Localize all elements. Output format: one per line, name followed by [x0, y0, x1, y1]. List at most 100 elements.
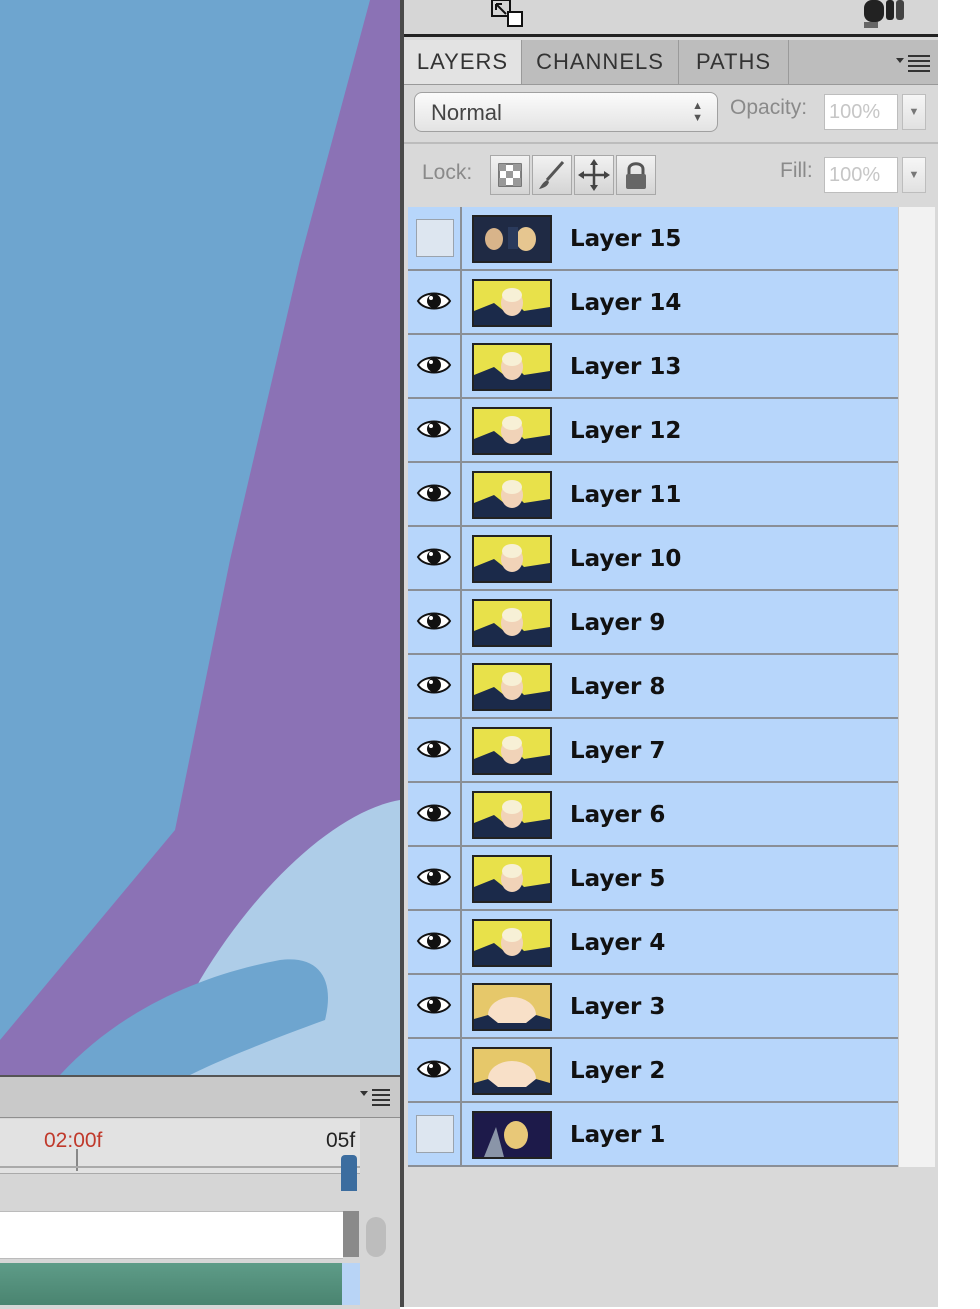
layer-thumbnail[interactable]	[472, 663, 552, 711]
visibility-toggle[interactable]	[408, 783, 462, 845]
visibility-toggle[interactable]	[408, 847, 462, 909]
layer-row[interactable]: Layer 5	[408, 847, 898, 911]
layer-thumbnail[interactable]	[472, 343, 552, 391]
layer-thumbnail[interactable]	[472, 1047, 552, 1095]
layer-row[interactable]: Layer 7	[408, 719, 898, 783]
layer-thumbnail[interactable]	[472, 279, 552, 327]
timeline-scrollbar[interactable]	[366, 1217, 386, 1257]
lock-image-button[interactable]	[532, 155, 572, 195]
layer-row[interactable]: Layer 12	[408, 399, 898, 463]
opacity-input[interactable]: 100%	[824, 94, 898, 130]
visibility-toggle[interactable]	[408, 271, 462, 333]
visibility-toggle[interactable]	[408, 719, 462, 781]
layer-thumbnail[interactable]	[472, 919, 552, 967]
layer-name[interactable]: Layer 6	[570, 802, 665, 828]
visibility-off-box	[416, 1115, 454, 1153]
eye-icon	[416, 996, 452, 1014]
timeline-track-end	[343, 1211, 359, 1257]
layer-thumbnail[interactable]	[472, 983, 552, 1031]
layer-name[interactable]: Layer 2	[570, 1058, 665, 1084]
visibility-toggle[interactable]	[408, 1103, 462, 1165]
layer-name[interactable]: Layer 7	[570, 738, 665, 764]
visibility-toggle[interactable]	[408, 591, 462, 653]
layer-thumbnail[interactable]	[472, 855, 552, 903]
layer-name[interactable]: Layer 8	[570, 674, 665, 700]
fill-label: Fill:	[780, 159, 813, 182]
layer-name[interactable]: Layer 3	[570, 994, 665, 1020]
layer-duration-bar[interactable]	[0, 1263, 342, 1305]
time-marker-label: 02:00f	[44, 1129, 103, 1152]
panel-menu-icon[interactable]	[360, 1087, 392, 1107]
layer-thumbnail[interactable]	[472, 727, 552, 775]
layer-name[interactable]: Layer 4	[570, 930, 665, 956]
layer-name[interactable]: Layer 12	[570, 418, 681, 444]
layer-row[interactable]: Layer 2	[408, 1039, 898, 1103]
layer-thumbnail[interactable]	[472, 599, 552, 647]
layer-row[interactable]: Layer 14	[408, 271, 898, 335]
layer-row[interactable]: Layer 6	[408, 783, 898, 847]
layer-row[interactable]: Layer 4	[408, 911, 898, 975]
transparency-lock-icon	[498, 163, 522, 187]
timeline-ruler[interactable]: 02:00f 05f	[0, 1119, 360, 1191]
divider	[404, 142, 938, 144]
layer-row[interactable]: Layer 3	[408, 975, 898, 1039]
visibility-toggle[interactable]	[408, 399, 462, 461]
resize-tool-icon[interactable]	[486, 0, 526, 30]
layer-name[interactable]: Layer 14	[570, 290, 681, 316]
panel-menu-icon[interactable]	[896, 52, 932, 74]
layer-name[interactable]: Layer 13	[570, 354, 681, 380]
tab-channels[interactable]: CHANNELS	[522, 40, 679, 84]
layer-name[interactable]: Layer 5	[570, 866, 665, 892]
tab-paths[interactable]: PATHS	[679, 40, 789, 84]
layer-name[interactable]: Layer 10	[570, 546, 681, 572]
layer-thumbnail[interactable]	[472, 215, 552, 263]
eye-icon	[416, 356, 452, 374]
timeline-header	[0, 1077, 400, 1118]
layer-row[interactable]: Layer 1	[408, 1103, 898, 1167]
lock-position-button[interactable]	[574, 155, 614, 195]
layer-thumbnail[interactable]	[472, 471, 552, 519]
layer-thumbnail[interactable]	[472, 791, 552, 839]
opacity-dropdown-button[interactable]: ▼	[902, 94, 926, 130]
layer-row[interactable]: Layer 9	[408, 591, 898, 655]
layer-thumbnail[interactable]	[472, 535, 552, 583]
layer-row[interactable]: Layer 11	[408, 463, 898, 527]
window-edge	[938, 0, 980, 1307]
visibility-toggle[interactable]	[408, 207, 462, 269]
visibility-toggle[interactable]	[408, 527, 462, 589]
visibility-toggle[interactable]	[408, 975, 462, 1037]
animation-timeline: 02:00f 05f	[0, 1075, 400, 1309]
layers-scrollbar[interactable]	[898, 207, 935, 1167]
layer-row[interactable]: Layer 10	[408, 527, 898, 591]
opacity-label: Opacity:	[730, 96, 808, 119]
visibility-toggle[interactable]	[408, 1039, 462, 1101]
tool-presets-icon[interactable]	[860, 0, 912, 30]
visibility-toggle[interactable]	[408, 463, 462, 525]
layer-name[interactable]: Layer 11	[570, 482, 681, 508]
layer-row[interactable]: Layer 13	[408, 335, 898, 399]
layer-name[interactable]: Layer 1	[570, 1122, 665, 1148]
ruler-baseline	[0, 1166, 360, 1168]
select-arrows-icon: ▲ ▼	[692, 100, 703, 124]
layer-name[interactable]: Layer 15	[570, 226, 681, 252]
fill-dropdown-button[interactable]: ▼	[902, 157, 926, 193]
blend-mode-select[interactable]: Normal ▲ ▼	[414, 92, 718, 132]
tab-layers[interactable]: LAYERS	[404, 40, 522, 84]
eye-icon	[416, 612, 452, 630]
lock-all-button[interactable]	[616, 155, 656, 195]
layer-thumbnail[interactable]	[472, 407, 552, 455]
visibility-toggle[interactable]	[408, 335, 462, 397]
visibility-toggle[interactable]	[408, 655, 462, 717]
playhead-handle[interactable]	[341, 1155, 357, 1191]
eye-icon	[416, 420, 452, 438]
lock-transparency-button[interactable]	[490, 155, 530, 195]
fill-input[interactable]: 100%	[824, 157, 898, 193]
layer-row[interactable]: Layer 15	[408, 207, 898, 271]
layer-name[interactable]: Layer 9	[570, 610, 665, 636]
document-canvas[interactable]	[0, 0, 400, 1075]
layer-row[interactable]: Layer 8	[408, 655, 898, 719]
brush-lock-icon	[539, 161, 565, 189]
layer-thumbnail[interactable]	[472, 1111, 552, 1159]
timeline-track[interactable]	[0, 1211, 343, 1259]
visibility-toggle[interactable]	[408, 911, 462, 973]
